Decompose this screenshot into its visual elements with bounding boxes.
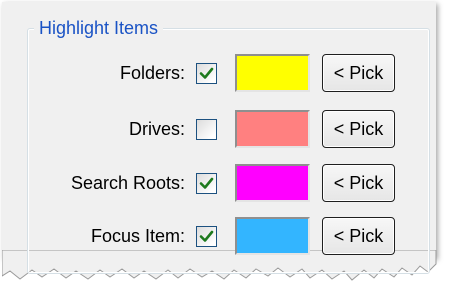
- highlight-row-folders: Folders: < Pick: [2, 54, 450, 94]
- checkmark-icon: [199, 177, 214, 189]
- search-roots-checkbox[interactable]: [196, 173, 217, 194]
- checkmark-icon: [199, 230, 214, 242]
- highlight-row-search-roots: Search Roots: < Pick: [2, 164, 450, 204]
- drives-label: Drives:: [128, 119, 185, 139]
- dialog-panel: Highlight Items Folders: < Pick Drives: …: [2, 2, 442, 287]
- drives-pick-button[interactable]: < Pick: [322, 110, 395, 148]
- highlight-row-drives: Drives: < Pick: [2, 110, 450, 150]
- folders-color-swatch[interactable]: [235, 54, 310, 92]
- groupbox-title: Highlight Items: [34, 15, 164, 41]
- search-roots-color-swatch[interactable]: [235, 164, 310, 202]
- focus-item-label: Focus Item:: [90, 226, 185, 246]
- search-roots-pick-button[interactable]: < Pick: [322, 164, 395, 202]
- drives-color-swatch[interactable]: [235, 110, 310, 148]
- folders-pick-button[interactable]: < Pick: [322, 54, 395, 92]
- focus-item-checkbox[interactable]: [196, 226, 217, 247]
- highlight-row-focus-item: Focus Item: < Pick: [2, 217, 450, 257]
- search-roots-label: Search Roots:: [70, 173, 185, 193]
- focus-item-pick-button[interactable]: < Pick: [322, 217, 395, 255]
- checkmark-icon: [199, 67, 214, 79]
- focus-item-color-swatch[interactable]: [235, 217, 310, 255]
- folders-checkbox[interactable]: [196, 63, 217, 84]
- folders-label: Folders:: [119, 63, 185, 83]
- drives-checkbox[interactable]: [196, 119, 217, 140]
